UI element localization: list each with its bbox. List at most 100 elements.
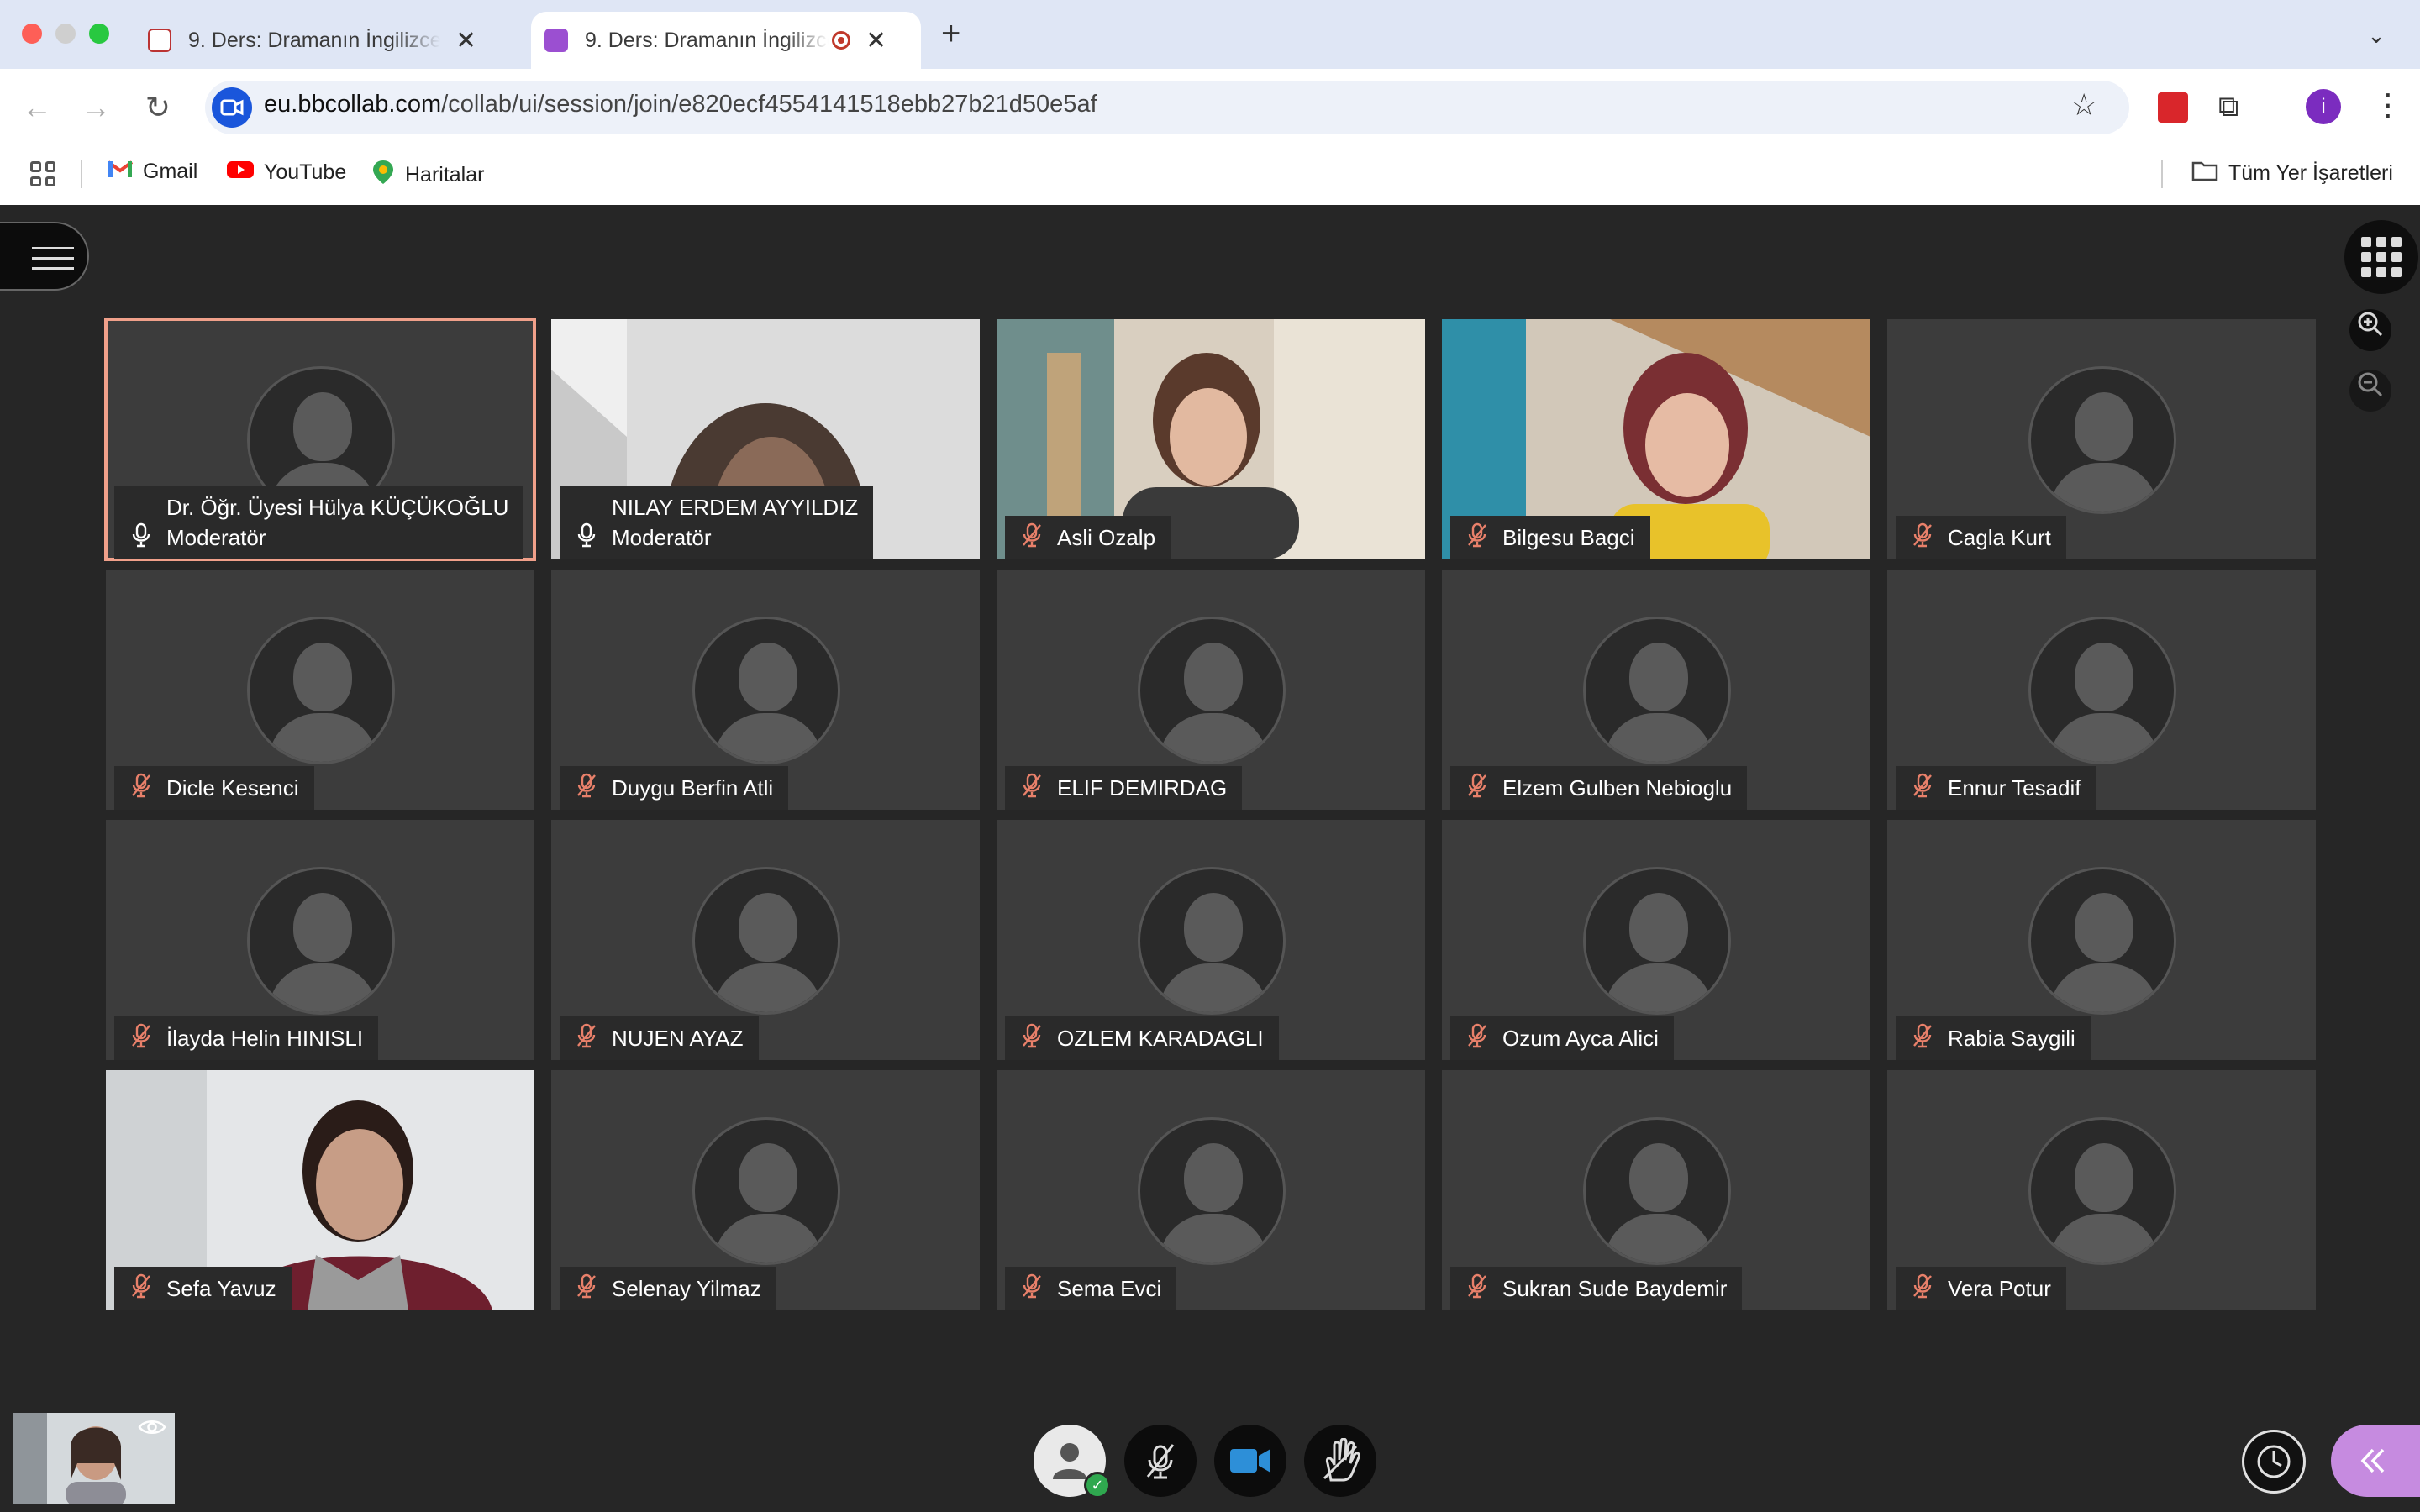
- browser-menu-icon[interactable]: ⋮: [2373, 87, 2403, 123]
- microphone-muted-icon: [132, 1023, 150, 1048]
- zoom-out-button[interactable]: [2349, 370, 2391, 412]
- default-avatar-icon: [1138, 867, 1286, 1015]
- browser-chrome: 9. Ders: Dramanın İngilizce Öğretimi ✕ 9…: [0, 0, 2420, 205]
- course-favicon-icon: [148, 29, 171, 52]
- participant-tile[interactable]: Sukran Sude Baydemir: [1442, 1070, 1870, 1310]
- default-avatar-icon: [2028, 617, 2176, 764]
- video-camera-icon: [1230, 1449, 1270, 1473]
- participant-label: Cagla Kurt: [1896, 516, 2066, 559]
- url-text[interactable]: eu.bbcollab.com/collab/ui/session/join/e…: [264, 91, 1097, 118]
- participant-name: OZLEM KARADAGLI: [1057, 1026, 1264, 1051]
- video-camera-site-icon[interactable]: [212, 87, 252, 128]
- participant-tile[interactable]: Ozum Ayca Alici: [1442, 820, 1870, 1060]
- microphone-muted-icon: [577, 1273, 596, 1299]
- participant-tile[interactable]: NILAY ERDEM AYYILDIZ Moderatör: [551, 319, 980, 559]
- participant-name: Selenay Yilmaz: [612, 1276, 761, 1301]
- participant-name: Vera Potur: [1948, 1276, 2051, 1301]
- gmail-icon: [107, 160, 134, 184]
- participant-name: İlayda Helin HINISLI: [166, 1026, 364, 1051]
- default-avatar-icon: [1583, 1117, 1731, 1265]
- participant-tile[interactable]: Cagla Kurt: [1887, 319, 2316, 559]
- participant-label: Selenay Yilmaz: [560, 1267, 776, 1310]
- participant-tile[interactable]: OZLEM KARADAGLI: [997, 820, 1425, 1060]
- apps-grid-icon[interactable]: [30, 161, 55, 186]
- participant-tile[interactable]: Dr. Öğr. Üyesi Hülya KÜÇÜKOĞLU Moderatör: [104, 318, 536, 561]
- participant-name: Bilgesu Bagci: [1502, 525, 1635, 550]
- participant-tile[interactable]: ELIF DEMIRDAG: [997, 570, 1425, 810]
- browser-tab-1[interactable]: 9. Ders: Dramanın İngilizce Öğretimi ✕: [139, 12, 518, 69]
- all-bookmarks-button[interactable]: Tüm Yer İşaretleri: [2191, 160, 2393, 187]
- bookmark-star-icon[interactable]: ☆: [2070, 87, 2097, 123]
- participant-tile[interactable]: Duygu Berfin Atli: [551, 570, 980, 810]
- eye-icon[interactable]: [138, 1416, 166, 1442]
- default-avatar-icon: [1138, 1117, 1286, 1265]
- extension-icon[interactable]: [2158, 92, 2188, 123]
- participant-label: Bilgesu Bagci: [1450, 516, 1650, 559]
- bookmark-label: YouTube: [264, 160, 347, 184]
- raise-hand-button[interactable]: [1304, 1425, 1376, 1497]
- close-tab-icon[interactable]: ✕: [455, 26, 476, 55]
- microphone-toggle-button[interactable]: [1124, 1425, 1197, 1497]
- session-activity-button[interactable]: [2242, 1430, 2306, 1494]
- back-button[interactable]: ←: [17, 87, 57, 128]
- participant-label: OZLEM KARADAGLI: [1005, 1016, 1279, 1060]
- participant-label: NUJEN AYAZ: [560, 1016, 759, 1060]
- participant-name: Sema Evci: [1057, 1276, 1162, 1301]
- session-menu-button[interactable]: [0, 222, 89, 291]
- default-avatar-icon: [2028, 366, 2176, 514]
- default-avatar-icon: [692, 1117, 840, 1265]
- collaborate-favicon-icon: [544, 29, 568, 52]
- microphone-off-icon: [1146, 1444, 1175, 1479]
- extensions-puzzle-icon[interactable]: ⧉: [2218, 91, 2238, 123]
- microphone-muted-icon: [1023, 1023, 1041, 1048]
- default-avatar-icon: [692, 867, 840, 1015]
- chevron-double-left-icon: [2360, 1448, 2385, 1473]
- microphone-muted-icon: [1023, 522, 1041, 548]
- participant-label: Elzem Gulben Nebioglu: [1450, 766, 1748, 810]
- participant-tile[interactable]: Sema Evci: [997, 1070, 1425, 1310]
- participant-tile[interactable]: Dicle Kesenci: [106, 570, 534, 810]
- participant-name: Dr. Öğr. Üyesi Hülya KÜÇÜKOĞLU: [166, 495, 509, 520]
- microphone-muted-icon: [1468, 773, 1486, 798]
- bookmark-gmail[interactable]: Gmail: [107, 160, 197, 184]
- bookmark-maps[interactable]: Haritalar: [371, 160, 484, 191]
- open-collaborate-panel-button[interactable]: [2331, 1425, 2420, 1497]
- close-window-button[interactable]: [22, 24, 42, 44]
- participant-tile[interactable]: Vera Potur: [1887, 1070, 2316, 1310]
- url-host: eu.bbcollab.com: [264, 91, 442, 118]
- microphone-on-icon: [132, 522, 150, 548]
- participant-tile[interactable]: Asli Ozalp: [997, 319, 1425, 559]
- folder-icon: [2191, 160, 2218, 187]
- tab-title: 9. Ders: Dramanın İngilizce Öğretimi: [585, 28, 829, 52]
- browser-tab-2[interactable]: 9. Ders: Dramanın İngilizce Öğretimi ✕: [531, 12, 921, 69]
- default-avatar-icon: [1583, 867, 1731, 1015]
- bookmark-youtube[interactable]: YouTube: [227, 160, 346, 186]
- forward-button[interactable]: →: [76, 87, 116, 128]
- new-tab-button[interactable]: +: [941, 15, 960, 53]
- participant-tile[interactable]: NUJEN AYAZ: [551, 820, 980, 1060]
- camera-toggle-button[interactable]: [1214, 1425, 1286, 1497]
- participant-name: Duygu Berfin Atli: [612, 775, 774, 801]
- tab-search-chevron-icon[interactable]: ⌄: [2360, 18, 2393, 52]
- participant-label: Dicle Kesenci: [114, 766, 314, 810]
- reload-button[interactable]: ↻: [138, 87, 178, 128]
- minimize-window-button[interactable]: [55, 24, 76, 44]
- bookmark-label: Haritalar: [405, 163, 485, 186]
- participant-tile[interactable]: Bilgesu Bagci: [1442, 319, 1870, 559]
- participant-tile[interactable]: Rabia Saygili: [1887, 820, 2316, 1060]
- participant-tile[interactable]: Elzem Gulben Nebioglu: [1442, 570, 1870, 810]
- microphone-muted-icon: [1913, 522, 1932, 548]
- profile-avatar[interactable]: i: [2306, 89, 2341, 124]
- participant-tile[interactable]: Sefa Yavuz: [106, 1070, 534, 1310]
- maximize-window-button[interactable]: [89, 24, 109, 44]
- microphone-on-icon: [577, 522, 596, 548]
- participant-tile[interactable]: İlayda Helin HINISLI: [106, 820, 534, 1060]
- participant-tile[interactable]: Selenay Yilmaz: [551, 1070, 980, 1310]
- youtube-icon: [227, 160, 254, 186]
- microphone-muted-icon: [132, 1273, 150, 1299]
- zoom-in-button[interactable]: [2349, 309, 2391, 351]
- participant-tile[interactable]: Ennur Tesadif: [1887, 570, 2316, 810]
- close-tab-icon[interactable]: ✕: [865, 26, 886, 55]
- participant-name: Rabia Saygili: [1948, 1026, 2075, 1051]
- grid-view-button[interactable]: [2344, 220, 2418, 294]
